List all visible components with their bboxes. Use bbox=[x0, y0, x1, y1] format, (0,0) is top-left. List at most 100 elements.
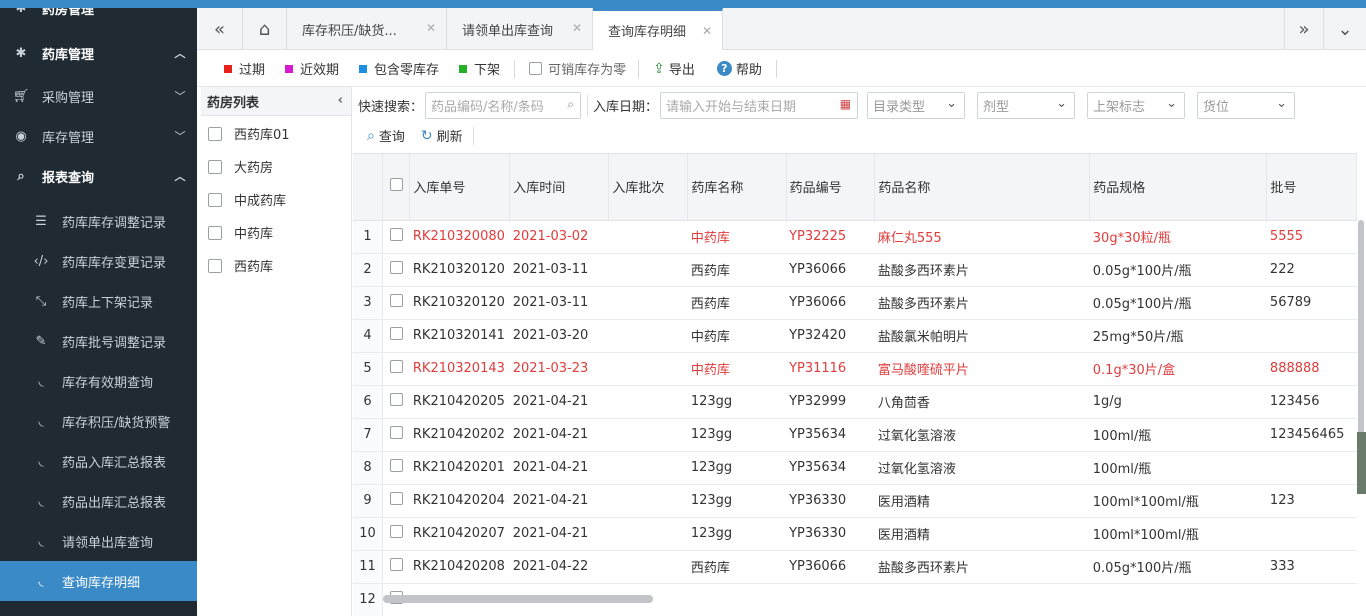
tab-stock-detail[interactable]: 查询库存明细 ✕ bbox=[593, 8, 723, 50]
close-icon[interactable]: ✕ bbox=[426, 21, 436, 35]
table-row[interactable]: 7 RK210420202 2021-04-21 123gg YP35634 过氧化氢溶液… bbox=[353, 418, 1357, 452]
table-row[interactable]: 5 RK210320143 2021-03-23 中药库 YP31116 富马酸喹硫平片 0… bbox=[353, 352, 1357, 386]
pharmacy-item[interactable]: 西药库 bbox=[201, 249, 351, 282]
table-row[interactable]: 11 RK210420208 2021-04-22 西药库 YP36066 盐酸多西环素片… bbox=[353, 550, 1357, 584]
scrollbar-thumb[interactable] bbox=[383, 595, 653, 603]
row-checkbox-cell[interactable] bbox=[382, 484, 410, 518]
sellable-zero-checkbox[interactable]: 可销库存为零 bbox=[529, 51, 626, 87]
table-row[interactable]: 9 RK210420204 2021-04-21 123gg YP36330 医用酒精 10… bbox=[353, 484, 1357, 518]
row-checkbox-cell[interactable] bbox=[382, 385, 410, 419]
tab-requisition-query[interactable]: 请领单出库查询 ✕ bbox=[447, 8, 593, 50]
column-header[interactable]: 入库时间 bbox=[509, 154, 610, 221]
pharmacy-item[interactable]: 中药库 bbox=[201, 216, 351, 249]
filter-include-zero[interactable]: 包含零库存 bbox=[359, 51, 439, 87]
sidebar-item-inventory[interactable]: ◉ 库存管理 ﹀ bbox=[0, 116, 197, 156]
checkbox[interactable] bbox=[208, 225, 222, 240]
row-checkbox-cell[interactable] bbox=[382, 253, 410, 287]
scroll-right-icon[interactable]: » bbox=[1284, 8, 1324, 50]
column-header[interactable]: 药品规格 bbox=[1089, 154, 1268, 221]
sidebar-item-pharmacy-room[interactable]: ✱ 药房管理 bbox=[0, 8, 197, 28]
home-icon[interactable]: ⌂ bbox=[243, 8, 287, 50]
collapse-left-icon[interactable]: ‹ bbox=[338, 93, 343, 108]
catalog-type-select[interactable]: 目录类型 ⌄ bbox=[867, 92, 966, 119]
filter-expired[interactable]: 过期 bbox=[224, 51, 265, 87]
checkbox[interactable] bbox=[529, 62, 543, 75]
row-checkbox-cell[interactable] bbox=[382, 418, 410, 452]
side-handle[interactable] bbox=[1357, 432, 1366, 494]
close-icon[interactable]: ✕ bbox=[702, 24, 712, 38]
sidebar-item-shelf-record[interactable]: ⤡ 药库上下架记录 bbox=[0, 281, 197, 321]
refresh-button[interactable]: ↻ 刷新 bbox=[421, 126, 463, 146]
checkbox[interactable] bbox=[389, 426, 403, 439]
column-header[interactable]: 药品名称 bbox=[874, 154, 1091, 221]
pharmacy-item[interactable]: 中成药库 bbox=[201, 183, 351, 216]
help-button[interactable]: ? 帮助 bbox=[716, 51, 762, 87]
row-checkbox-cell[interactable] bbox=[382, 352, 410, 386]
table-row[interactable]: 6 RK210420205 2021-04-21 123gg YP32999 八角茴香 1g… bbox=[353, 385, 1357, 419]
location-select[interactable]: 货位 ⌄ bbox=[1197, 92, 1296, 119]
checkbox[interactable] bbox=[389, 228, 403, 241]
quick-search-input[interactable]: 药品编码/名称/条码 ⌕ bbox=[425, 92, 582, 119]
chevron-down-icon[interactable]: ⌄ bbox=[1324, 8, 1366, 50]
column-header[interactable]: 药库名称 bbox=[687, 154, 787, 221]
search-icon[interactable]: ⌕ bbox=[567, 97, 574, 112]
checkbox[interactable] bbox=[208, 159, 222, 174]
row-checkbox-cell[interactable] bbox=[382, 319, 410, 353]
checkbox[interactable] bbox=[389, 360, 403, 373]
sidebar-item-requisition-query[interactable]: ◟ 请领单出库查询 bbox=[0, 521, 197, 561]
dosage-select[interactable]: 剂型 ⌄ bbox=[977, 92, 1076, 119]
table-row[interactable]: 1 RK210320080 2021-03-02 中药库 YP32225 麻仁丸555 30… bbox=[353, 220, 1357, 254]
table-row[interactable]: 8 RK210420201 2021-04-21 123gg YP35634 过氧化氢溶液… bbox=[353, 451, 1357, 485]
row-checkbox-cell[interactable] bbox=[382, 220, 410, 254]
sidebar-item-purchase[interactable]: 🛒︎ 采购管理 ﹀ bbox=[0, 76, 197, 116]
sidebar-item-adjust-record[interactable]: ☰ 药库库存调整记录 bbox=[0, 201, 197, 241]
checkbox[interactable] bbox=[389, 261, 403, 274]
sidebar-item-change-record[interactable]: ‹/› 药库库存变更记录 bbox=[0, 241, 197, 281]
checkbox[interactable] bbox=[389, 327, 403, 340]
column-header[interactable]: 药品编号 bbox=[786, 154, 876, 221]
checkbox[interactable] bbox=[389, 558, 403, 571]
checkbox[interactable] bbox=[389, 492, 403, 505]
sidebar-item-expiry-query[interactable]: ◟ 库存有效期查询 bbox=[0, 361, 197, 401]
select-all-header[interactable] bbox=[382, 154, 411, 221]
table-row[interactable]: 4 RK210320141 2021-03-20 中药库 YP32420 盐酸氯米帕明片 2… bbox=[353, 319, 1357, 353]
row-checkbox-cell[interactable] bbox=[382, 286, 410, 320]
pharmacy-item[interactable]: 大药房 bbox=[201, 150, 351, 183]
close-icon[interactable]: ✕ bbox=[572, 21, 582, 35]
column-header[interactable]: 批号 bbox=[1266, 154, 1357, 221]
table-row[interactable]: 10 RK210420207 2021-04-21 123gg YP36330 医用酒精 1… bbox=[353, 517, 1357, 551]
sidebar-item-reports[interactable]: ⌕ 报表查询 ︿ bbox=[0, 156, 197, 196]
checkbox[interactable] bbox=[208, 126, 222, 141]
sidebar-item-lot-adjust[interactable]: ✎ 药库批号调整记录 bbox=[0, 321, 197, 361]
horizontal-scrollbar[interactable] bbox=[383, 594, 1357, 604]
sidebar-item-stock-detail[interactable]: ◟ 查询库存明细 bbox=[0, 561, 197, 601]
pharmacy-item[interactable]: 西药库01 bbox=[201, 117, 351, 150]
table-row[interactable]: 2 RK210320120 2021-03-11 西药库 YP36066 盐酸多西环素片 0… bbox=[353, 253, 1357, 287]
tab-overstock-warning[interactable]: 库存积压/缺货... ✕ bbox=[287, 8, 447, 50]
date-range-input[interactable]: 请输入开始与结束日期 ▦ bbox=[660, 92, 859, 119]
checkbox[interactable] bbox=[208, 192, 222, 207]
filter-near-expiry[interactable]: 近效期 bbox=[285, 51, 339, 87]
column-header[interactable]: 入库单号 bbox=[409, 154, 511, 221]
sidebar-item-inbound-summary[interactable]: ◟ 药品入库汇总报表 bbox=[0, 441, 197, 481]
checkbox[interactable] bbox=[389, 294, 403, 307]
column-header[interactable]: 入库批次 bbox=[608, 154, 689, 221]
checkbox[interactable] bbox=[389, 459, 403, 472]
sidebar-item-pharmacy-store[interactable]: ✱ 药库管理 ︿ bbox=[0, 33, 197, 73]
query-button[interactable]: ⌕ 查询 bbox=[367, 126, 405, 146]
scroll-left-icon[interactable]: « bbox=[197, 8, 243, 50]
calendar-icon[interactable]: ▦ bbox=[840, 97, 851, 111]
row-checkbox-cell[interactable] bbox=[382, 550, 410, 584]
checkbox[interactable] bbox=[389, 178, 403, 192]
checkbox[interactable] bbox=[208, 258, 222, 273]
filter-off-shelf[interactable]: 下架 bbox=[459, 51, 500, 87]
row-checkbox-cell[interactable] bbox=[382, 517, 410, 551]
shelf-flag-select[interactable]: 上架标志 ⌄ bbox=[1087, 92, 1186, 119]
export-button[interactable]: ⇪ 导出 bbox=[653, 51, 695, 87]
sidebar-item-overstock-warning[interactable]: ◟ 库存积压/缺货预警 bbox=[0, 401, 197, 441]
checkbox[interactable] bbox=[389, 393, 403, 406]
sidebar-item-outbound-summary[interactable]: ◟ 药品出库汇总报表 bbox=[0, 481, 197, 521]
table-row[interactable]: 3 RK210320120 2021-03-11 西药库 YP36066 盐酸多西环素片 0… bbox=[353, 286, 1357, 320]
checkbox[interactable] bbox=[389, 525, 403, 538]
row-checkbox-cell[interactable] bbox=[382, 451, 410, 485]
